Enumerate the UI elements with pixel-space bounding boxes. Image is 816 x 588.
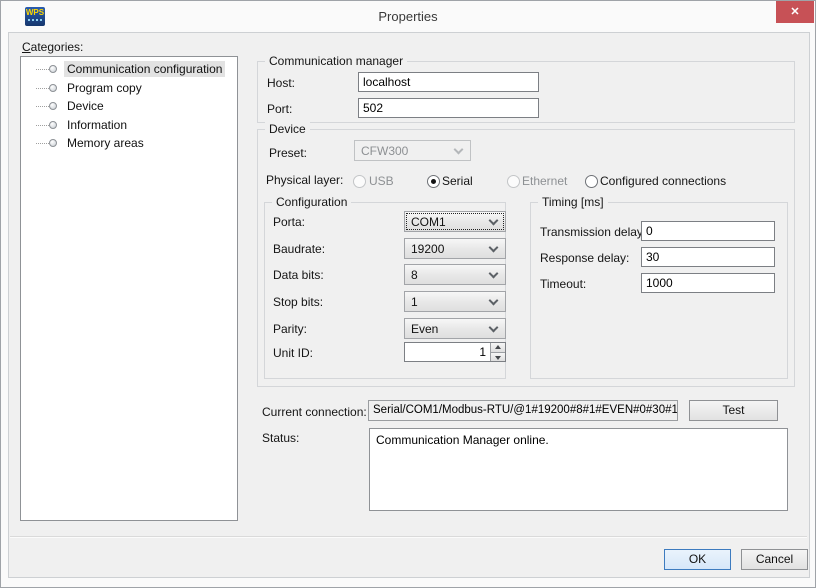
tree-item-label: Communication configuration	[64, 61, 225, 77]
radio-configured-connections-label: Configured connections	[600, 174, 726, 188]
baudrate-label: Baudrate:	[273, 242, 325, 256]
tree-item-device[interactable]: Device	[21, 97, 237, 116]
response-delay-label: Response delay:	[540, 251, 629, 265]
current-connection-label: Current connection:	[262, 405, 367, 419]
tree-item-communication-configuration[interactable]: Communication configuration	[21, 60, 237, 79]
chevron-down-icon	[489, 323, 499, 333]
tree-node-icon	[49, 139, 57, 147]
unit-id-stepper[interactable]: 1	[404, 342, 506, 362]
close-icon: ✕	[790, 6, 799, 18]
tree-item-label: Memory areas	[64, 135, 147, 151]
arrow-up-icon	[495, 345, 501, 349]
configuration-group-title: Configuration	[272, 195, 351, 209]
tree-guide-line	[36, 88, 49, 89]
response-delay-input[interactable]	[641, 247, 775, 267]
chevron-down-icon	[489, 216, 499, 226]
porta-value: COM1	[411, 215, 446, 229]
port-label: Port:	[267, 102, 292, 116]
physical-layer-label: Physical layer:	[266, 173, 343, 187]
baudrate-value: 19200	[411, 242, 444, 256]
tree-item-label: Information	[64, 117, 130, 133]
properties-dialog: WPS Properties ✕ Categories: Communicati…	[0, 0, 816, 588]
parity-label: Parity:	[273, 322, 307, 336]
test-button[interactable]: Test	[689, 400, 778, 421]
window-title: Properties	[1, 9, 815, 24]
tree-item-memory-areas[interactable]: Memory areas	[21, 134, 237, 153]
tree-guide-line	[36, 106, 49, 107]
data-bits-value: 8	[411, 268, 418, 282]
tree-item-label: Device	[64, 98, 107, 114]
spin-down-button[interactable]	[490, 352, 505, 361]
radio-usb	[353, 175, 366, 188]
stop-bits-label: Stop bits:	[273, 295, 323, 309]
timing-group-title: Timing [ms]	[538, 195, 608, 209]
status-textarea[interactable]: Communication Manager online.	[369, 428, 788, 511]
host-input[interactable]	[358, 72, 539, 92]
unit-id-label: Unit ID:	[273, 346, 313, 360]
transmission-delay-label: Transmission delay:	[540, 225, 646, 239]
radio-serial[interactable]	[427, 175, 440, 188]
timeout-input[interactable]	[641, 273, 775, 293]
tree-item-information[interactable]: Information	[21, 116, 237, 135]
data-bits-label: Data bits:	[273, 268, 324, 282]
tree-item-label: Program copy	[64, 80, 145, 96]
current-connection-value: Serial/COM1/Modbus-RTU/@1#19200#8#1#EVEN…	[368, 400, 678, 421]
spin-up-button[interactable]	[490, 343, 505, 352]
stop-bits-value: 1	[411, 295, 418, 309]
tree-node-icon	[49, 121, 57, 129]
categories-tree: Communication configuration Program copy…	[20, 56, 238, 521]
radio-ethernet	[507, 175, 520, 188]
radio-usb-label: USB	[369, 174, 394, 188]
host-label: Host:	[267, 76, 295, 90]
footer-separator	[10, 536, 807, 538]
data-bits-select[interactable]: 8	[404, 264, 506, 285]
preset-label: Preset:	[269, 146, 307, 160]
status-label: Status:	[262, 431, 299, 445]
tree-item-program-copy[interactable]: Program copy	[21, 79, 237, 98]
parity-value: Even	[411, 322, 438, 336]
tree-node-icon	[49, 102, 57, 110]
baudrate-select[interactable]: 19200	[404, 238, 506, 259]
unit-id-value: 1	[479, 345, 486, 359]
cancel-button[interactable]: Cancel	[741, 549, 808, 570]
preset-value: CFW300	[361, 144, 408, 158]
tree-node-icon	[49, 65, 57, 73]
tree-guide-line	[36, 143, 49, 144]
porta-select[interactable]: COM1	[404, 211, 506, 232]
communication-manager-group-title: Communication manager	[265, 54, 407, 68]
categories-label: Categories:	[22, 40, 83, 54]
arrow-down-icon	[495, 356, 501, 360]
tree-guide-line	[36, 125, 49, 126]
tree-guide-line	[36, 69, 49, 70]
timeout-label: Timeout:	[540, 277, 586, 291]
radio-serial-label: Serial	[442, 174, 473, 188]
radio-ethernet-label: Ethernet	[522, 174, 567, 188]
parity-select[interactable]: Even	[404, 318, 506, 339]
close-button[interactable]: ✕	[776, 1, 814, 23]
porta-label: Porta:	[273, 215, 305, 229]
chevron-down-icon	[489, 296, 499, 306]
chevron-down-icon	[454, 145, 464, 155]
chevron-down-icon	[489, 243, 499, 253]
ok-button[interactable]: OK	[664, 549, 731, 570]
tree-node-icon	[49, 84, 57, 92]
transmission-delay-input[interactable]	[641, 221, 775, 241]
preset-select: CFW300	[354, 140, 471, 161]
stop-bits-select[interactable]: 1	[404, 291, 506, 312]
chevron-down-icon	[489, 269, 499, 279]
radio-configured-connections[interactable]	[585, 175, 598, 188]
spinner-buttons	[490, 343, 505, 361]
device-group-title: Device	[265, 122, 310, 136]
port-input[interactable]	[358, 98, 539, 118]
